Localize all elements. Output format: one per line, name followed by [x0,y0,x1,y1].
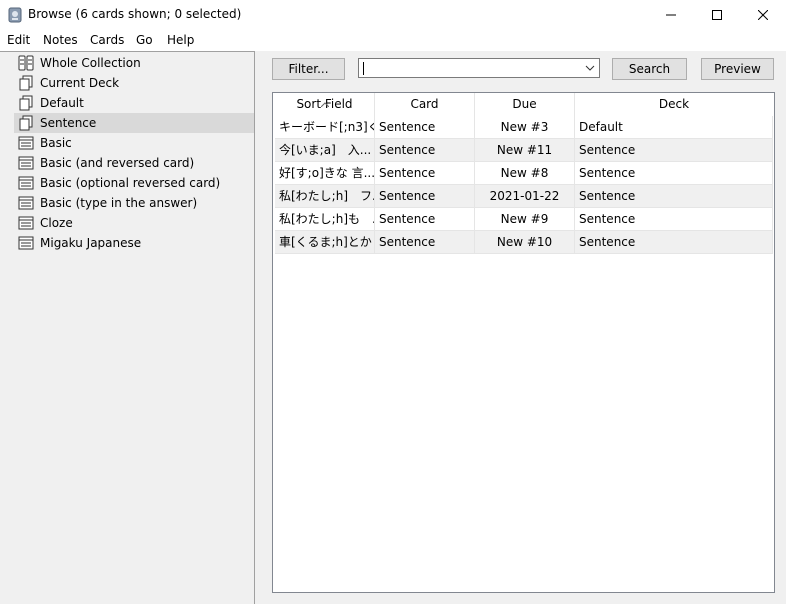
cell-sort-field: 好[す;o]きな 言... [275,162,375,185]
deck-icon [18,75,34,91]
cell-sort-field: 車[くるま;h]とか ... [275,231,375,254]
row-divider [275,253,773,254]
column-header-sort-field[interactable]: Sort Field [275,93,375,116]
window-title: Browse (6 cards shown; 0 selected) [28,7,242,21]
sidebar-item-label: Default [40,96,84,110]
menu-edit[interactable]: Edit [7,33,30,47]
app-icon [8,7,22,23]
column-header-deck[interactable]: Deck [575,93,773,116]
notetype-icon [18,135,34,151]
sidebar-item-cloze[interactable]: Cloze [14,213,254,233]
table-row[interactable]: 車[くるま;h]とか ... Sentence New #10 Sentence [275,231,773,254]
sidebar-item-current-deck[interactable]: Current Deck [14,73,254,93]
table-row[interactable]: 私[わたし;h]も ... Sentence New #9 Sentence [275,208,773,231]
notetype-icon [18,195,34,211]
cell-deck: Sentence [575,231,773,254]
collection-icon [18,55,34,71]
text-cursor [363,62,364,75]
sidebar-item-label: Basic (type in the answer) [40,196,198,210]
menu-go[interactable]: Go [136,33,153,47]
menu-help[interactable]: Help [167,33,194,47]
sidebar-item-default[interactable]: Default [14,93,254,113]
cell-sort-field: 今[いま;a] 入... [275,139,375,162]
cell-deck: Sentence [575,162,773,185]
search-input[interactable] [358,58,600,78]
search-button[interactable]: Search [612,58,687,80]
sidebar-item-label: Migaku Japanese [40,236,142,250]
table-row[interactable]: 私[わたし;h] フ... Sentence 2021-01-22 Senten… [275,185,773,208]
sidebar-item-label: Basic [40,136,72,150]
sidebar-item-label: Sentence [40,116,97,130]
column-header-due[interactable]: Due [475,93,575,116]
sidebar-item-basic-reversed[interactable]: Basic (and reversed card) [14,153,254,173]
deck-icon [18,95,34,111]
sidebar-item-label: Basic (and reversed card) [40,156,195,170]
sidebar: Whole Collection Current Deck Default Se… [0,51,255,604]
notetype-icon [18,215,34,231]
title-bar: Browse (6 cards shown; 0 selected) [0,0,786,30]
cell-card: Sentence [375,162,475,185]
minimize-button[interactable] [648,0,694,30]
sidebar-item-whole-collection[interactable]: Whole Collection [14,53,254,73]
cards-table: Sort Field Card Due Deck キーボード[;n3]く... … [272,92,775,593]
cell-due: New #3 [475,116,575,139]
sidebar-item-basic[interactable]: Basic [14,133,254,153]
preview-button[interactable]: Preview [701,58,774,80]
menu-bar: Edit Notes Cards Go Help [0,30,786,51]
menu-notes[interactable]: Notes [43,33,78,47]
cell-due: 2021-01-22 [475,185,575,208]
notetype-icon [18,235,34,251]
column-header-card[interactable]: Card [375,93,475,116]
maximize-button[interactable] [694,0,740,30]
cell-due: New #9 [475,208,575,231]
cell-due: New #11 [475,139,575,162]
cell-deck: Default [575,116,773,139]
table-row[interactable]: 好[す;o]きな 言... Sentence New #8 Sentence [275,162,773,185]
cell-card: Sentence [375,116,475,139]
sidebar-item-sentence[interactable]: Sentence [14,113,254,133]
table-row[interactable]: キーボード[;n3]く... Sentence New #3 Default [275,116,773,139]
sidebar-item-label: Whole Collection [40,56,141,70]
cell-deck: Sentence [575,139,773,162]
notetype-icon [18,175,34,191]
cell-card: Sentence [375,208,475,231]
table-row[interactable]: 今[いま;a] 入... Sentence New #11 Sentence [275,139,773,162]
sidebar-item-label: Current Deck [40,76,120,90]
menu-cards[interactable]: Cards [90,33,124,47]
sort-ascending-icon [320,92,329,108]
cell-deck: Sentence [575,185,773,208]
filter-button[interactable]: Filter... [272,58,345,80]
cell-deck: Sentence [575,208,773,231]
sidebar-item-label: Basic (optional reversed card) [40,176,221,190]
sidebar-item-migaku-japanese[interactable]: Migaku Japanese [14,233,254,253]
close-button[interactable] [740,0,786,30]
cell-card: Sentence [375,231,475,254]
cell-card: Sentence [375,139,475,162]
cell-card: Sentence [375,185,475,208]
sidebar-item-label: Cloze [40,216,73,230]
table-header: Sort Field Card Due Deck [275,93,773,116]
cell-due: New #10 [475,231,575,254]
chevron-down-icon[interactable] [585,62,595,72]
deck-icon [18,115,34,131]
cell-sort-field: 私[わたし;h] フ... [275,185,375,208]
sidebar-item-basic-optional-reversed[interactable]: Basic (optional reversed card) [14,173,254,193]
cell-due: New #8 [475,162,575,185]
notetype-icon [18,155,34,171]
cell-sort-field: キーボード[;n3]く... [275,116,375,139]
sidebar-item-basic-type-answer[interactable]: Basic (type in the answer) [14,193,254,213]
cell-sort-field: 私[わたし;h]も ... [275,208,375,231]
